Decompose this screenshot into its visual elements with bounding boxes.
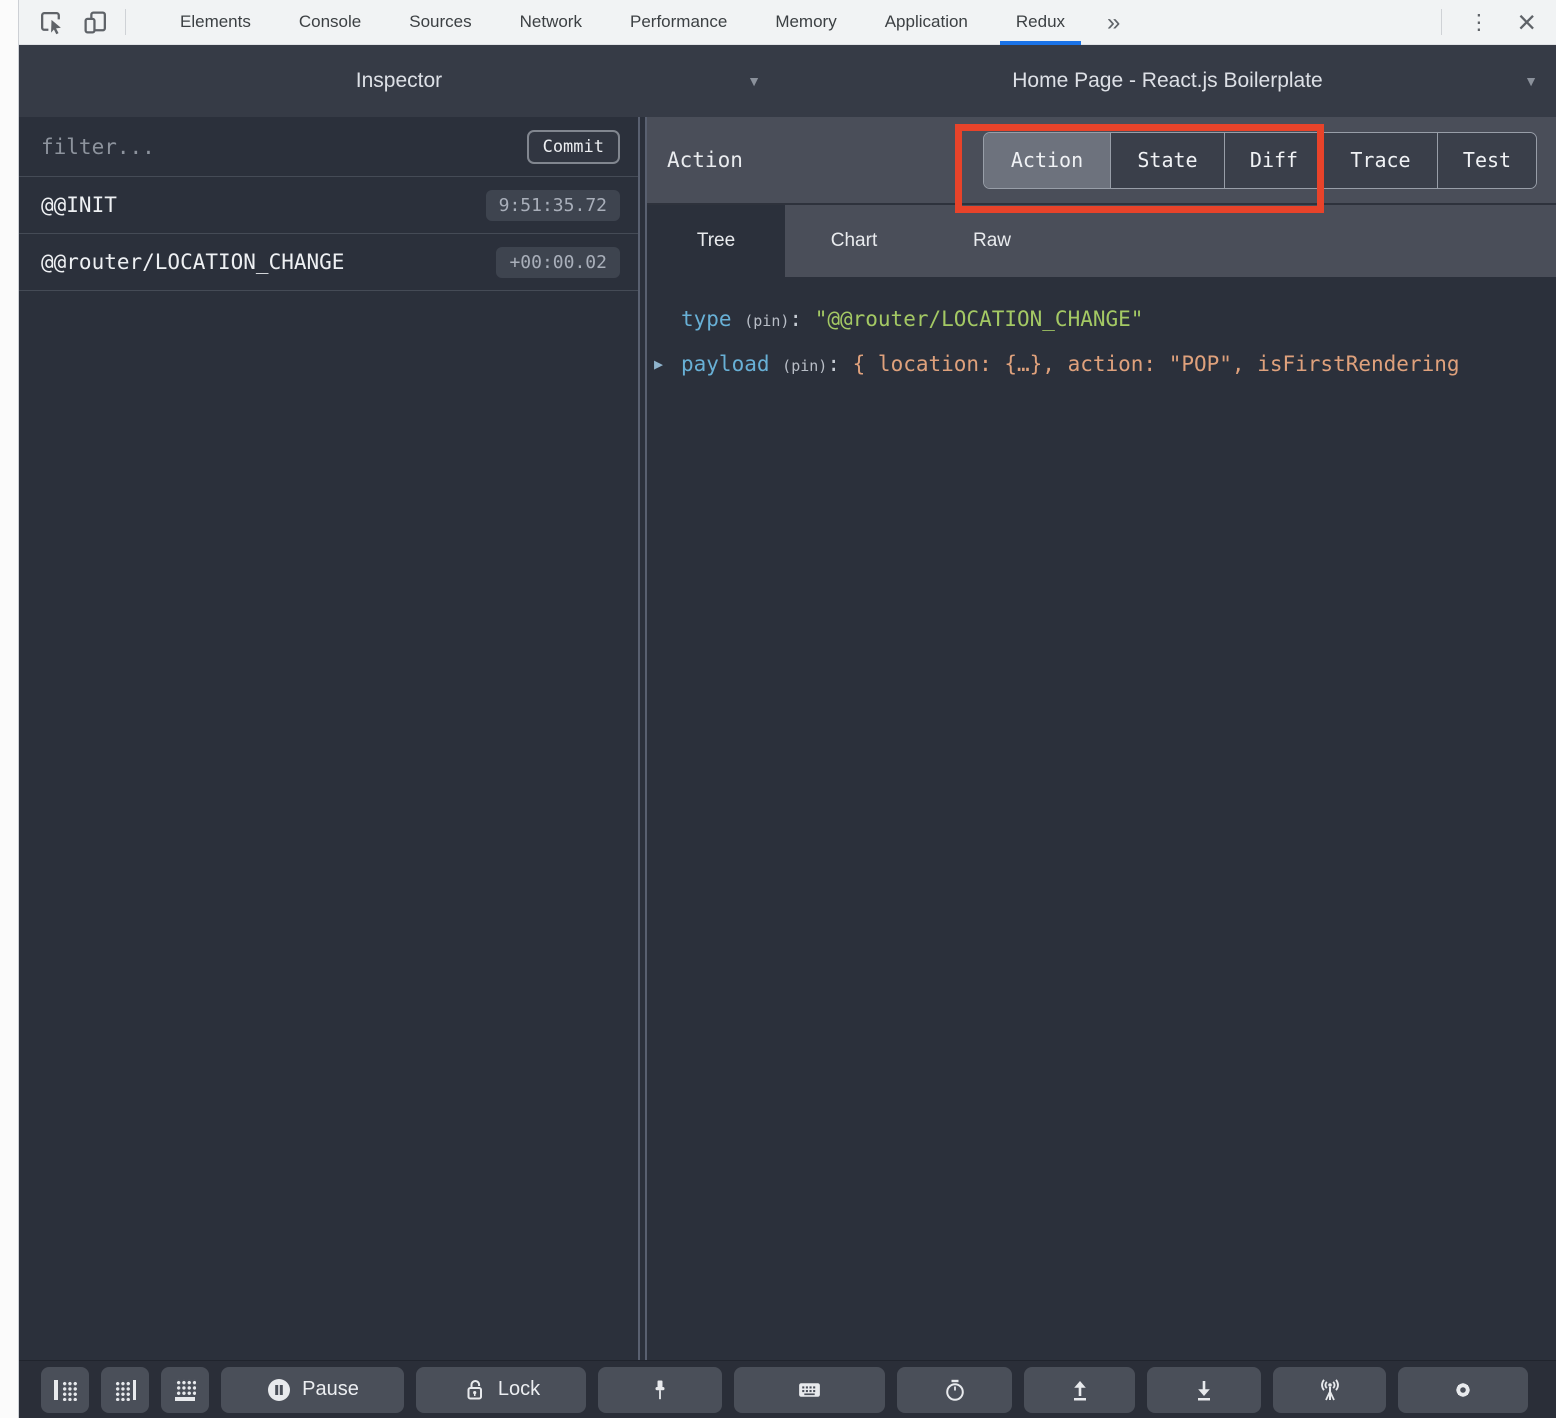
pushpin-icon (655, 1380, 665, 1399)
tree-key: type (681, 307, 732, 331)
tab-performance[interactable]: Performance (606, 0, 751, 45)
dock-left-icon (53, 1378, 77, 1402)
monitor-selector-label: Inspector (355, 69, 443, 92)
filter-row: Commit (19, 117, 638, 177)
download-icon (1198, 1380, 1210, 1400)
pause-icon (268, 1378, 291, 1401)
tree-object-preview: { location: {…}, action: "POP", isFirstR… (852, 352, 1460, 376)
monitor-selector[interactable]: Inspector ▼ (19, 45, 779, 117)
tree-row-payload: ▶ payload (pin): { location: {…}, action… (647, 342, 1556, 387)
screenshot-root: Elements Console Sources Network Perform… (0, 0, 1556, 1418)
device-toolbar-button[interactable] (73, 0, 117, 45)
pause-button[interactable]: Pause (221, 1366, 404, 1413)
stopwatch-icon (945, 1379, 964, 1401)
remote-connection-button[interactable] (1273, 1366, 1386, 1413)
dock-right-icon (113, 1378, 137, 1402)
action-list-panel: Commit @@INIT 9:51:35.72 @@router/LOCATI… (19, 117, 638, 1360)
stopwatch-button[interactable] (897, 1366, 1012, 1413)
toolbar-divider (125, 9, 126, 35)
pause-label: Pause (302, 1378, 359, 1400)
tab-sources[interactable]: Sources (385, 0, 495, 45)
instance-selector[interactable]: Home Page - React.js Boilerplate ▼ (779, 45, 1556, 117)
action-name: @@router/LOCATION_CHANGE (41, 250, 345, 274)
action-detail-panel: Action Action State Diff Trace Test Tree… (647, 117, 1556, 1360)
colon: : (827, 352, 840, 376)
action-name: @@INIT (41, 193, 117, 217)
tree-string-value: "@@router/LOCATION_CHANGE" (814, 307, 1144, 331)
view-tab-raw[interactable]: Raw (923, 205, 1061, 277)
mode-tab-test[interactable]: Test (1437, 132, 1536, 188)
view-tab-tree[interactable]: Tree (647, 205, 785, 277)
settings-button[interactable] (1398, 1366, 1528, 1413)
dock-bottom-button[interactable] (161, 1366, 209, 1413)
tab-application[interactable]: Application (861, 0, 992, 45)
lock-icon (467, 1379, 482, 1399)
devtools-window: Elements Console Sources Network Perform… (18, 0, 1556, 1418)
expand-arrow-icon[interactable]: ▶ (654, 342, 663, 387)
keyboard-shortcuts-button[interactable] (734, 1366, 885, 1413)
tab-network[interactable]: Network (496, 0, 606, 45)
tree-row-type: type (pin): "@@router/LOCATION_CHANGE" (647, 297, 1556, 342)
mode-tab-action[interactable]: Action (984, 132, 1110, 188)
action-timestamp-badge: 9:51:35.72 (485, 189, 620, 221)
more-tabs-chevron-icon[interactable]: » (1089, 1, 1138, 44)
detail-title: Action (667, 148, 743, 172)
gear-icon (1455, 1382, 1471, 1397)
pin-link[interactable]: (pin) (782, 357, 827, 375)
detail-header: Action Action State Diff Trace Test (647, 117, 1556, 205)
tab-console[interactable]: Console (275, 0, 385, 45)
action-timestamp-badge: +00:00.02 (496, 246, 620, 278)
dock-bottom-icon (173, 1378, 197, 1402)
dock-left-button[interactable] (41, 1366, 89, 1413)
chevron-down-icon: ▼ (747, 73, 761, 89)
dock-right-button[interactable] (101, 1366, 149, 1413)
view-tab-strip: Tree Chart Raw (647, 205, 1556, 277)
lock-button[interactable]: Lock (416, 1366, 586, 1413)
bottom-toolbar: Pause Lock (19, 1360, 1556, 1418)
commit-button[interactable]: Commit (526, 129, 620, 164)
device-toolbar-icon (83, 10, 106, 34)
inspect-element-button[interactable] (29, 0, 73, 45)
chevron-down-icon: ▼ (1524, 73, 1538, 89)
selector-header: Inspector ▼ Home Page - React.js Boilerp… (19, 45, 1556, 117)
action-list-item[interactable]: @@router/LOCATION_CHANGE +00:00.02 (19, 234, 638, 291)
devtools-tab-bar: Elements Console Sources Network Perform… (19, 0, 1556, 45)
close-icon[interactable]: × (1507, 2, 1556, 42)
view-tab-chart[interactable]: Chart (785, 205, 923, 277)
action-list-item[interactable]: @@INIT 9:51:35.72 (19, 177, 638, 234)
tab-elements[interactable]: Elements (156, 0, 275, 45)
persist-pin-button[interactable] (598, 1366, 722, 1413)
panels: Commit @@INIT 9:51:35.72 @@router/LOCATI… (19, 117, 1556, 1360)
lock-label: Lock (497, 1378, 541, 1400)
download-state-button[interactable] (1147, 1366, 1261, 1413)
inspect-cursor-icon (40, 11, 61, 34)
tab-memory[interactable]: Memory (751, 0, 860, 45)
kebab-menu-icon[interactable]: ⋮ (1450, 10, 1507, 35)
action-tree-view: type (pin): "@@router/LOCATION_CHANGE" ▶… (647, 277, 1556, 1360)
filter-input[interactable] (41, 134, 515, 159)
antenna-broadcast-icon (1320, 1378, 1339, 1400)
keyboard-icon (799, 1383, 820, 1397)
tree-key: payload (681, 352, 770, 376)
mode-tab-state[interactable]: State (1110, 132, 1224, 188)
upload-icon (1073, 1380, 1086, 1400)
pin-link[interactable]: (pin) (744, 312, 789, 330)
mode-tab-trace[interactable]: Trace (1323, 132, 1437, 188)
mode-tab-diff[interactable]: Diff (1224, 132, 1323, 188)
instance-selector-label: Home Page - React.js Boilerplate (1012, 69, 1323, 92)
toolbar-divider-right (1441, 9, 1443, 35)
colon: : (789, 307, 803, 331)
upload-state-button[interactable] (1024, 1366, 1135, 1413)
panel-splitter[interactable] (638, 117, 647, 1360)
mode-tab-group: Action State Diff Trace Test (983, 131, 1537, 189)
tab-redux[interactable]: Redux (992, 0, 1089, 45)
devtools-tabs: Elements Console Sources Network Perform… (156, 0, 1089, 45)
